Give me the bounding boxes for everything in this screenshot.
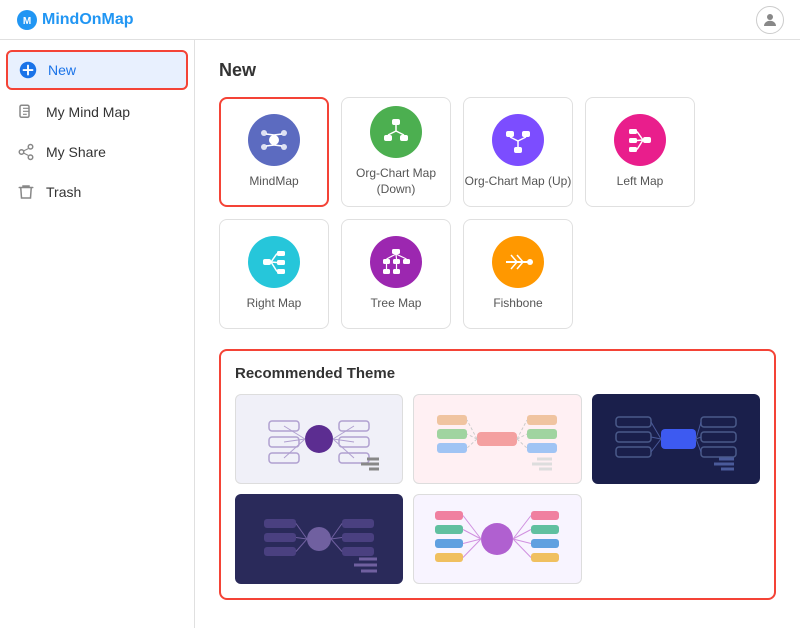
new-section-title: New — [219, 60, 776, 81]
map-item-leftmap[interactable]: Left Map — [585, 97, 695, 207]
orgchartdown-label: Org-Chart Map (Down) — [356, 166, 436, 197]
sidebar-item-trash[interactable]: Trash — [0, 172, 194, 212]
orgchartup-icon — [492, 114, 544, 166]
map-item-mindmap[interactable]: MindMap — [219, 97, 329, 207]
trash-icon — [16, 182, 36, 202]
fishbone-label: Fishbone — [493, 296, 542, 312]
user-icon — [761, 11, 779, 29]
treemap-icon — [370, 236, 422, 288]
share-icon — [16, 142, 36, 162]
theme-item-1[interactable] — [235, 394, 403, 484]
theme-item-5[interactable] — [413, 494, 581, 584]
orgchartup-label: Org-Chart Map (Up) — [465, 174, 572, 190]
logo-text: MindOnMap — [42, 11, 134, 29]
sidebar-item-new-label: New — [48, 62, 76, 78]
file-icon — [16, 102, 36, 122]
svg-text:M: M — [23, 16, 31, 27]
map-grid: MindMap Org-Chart Map (Down) — [219, 97, 776, 329]
header: M MindOnMap — [0, 0, 800, 40]
map-item-rightmap[interactable]: Right Map — [219, 219, 329, 329]
theme-grid — [235, 394, 760, 584]
map-item-orgchartdown[interactable]: Org-Chart Map (Down) — [341, 97, 451, 207]
sidebar-item-myshare[interactable]: My Share — [0, 132, 194, 172]
theme-item-4[interactable] — [235, 494, 403, 584]
theme-item-2[interactable] — [413, 394, 581, 484]
leftmap-icon — [614, 114, 666, 166]
map-item-fishbone[interactable]: Fishbone — [463, 219, 573, 329]
sidebar-item-myshare-label: My Share — [46, 144, 106, 160]
sidebar-item-new[interactable]: New — [6, 50, 188, 90]
treemap-label: Tree Map — [371, 296, 422, 312]
rightmap-label: Right Map — [247, 296, 302, 312]
recommended-section: Recommended Theme — [219, 349, 776, 600]
mindmap-label: MindMap — [249, 174, 298, 190]
orgchartdown-icon — [370, 106, 422, 158]
fishbone-icon — [492, 236, 544, 288]
logo: M MindOnMap — [16, 9, 134, 31]
content-area: New MindM — [195, 40, 800, 628]
mindmap-icon — [248, 114, 300, 166]
sidebar-item-trash-label: Trash — [46, 184, 81, 200]
theme-item-3[interactable] — [592, 394, 760, 484]
sidebar-item-mymindmap[interactable]: My Mind Map — [0, 92, 194, 132]
logo-icon: M — [16, 9, 38, 31]
map-item-orgchartup[interactable]: Org-Chart Map (Up) — [463, 97, 573, 207]
sidebar: New My Mind Map My Share — [0, 40, 195, 628]
main-layout: New My Mind Map My Share — [0, 40, 800, 628]
sidebar-item-mymindmap-label: My Mind Map — [46, 104, 130, 120]
leftmap-label: Left Map — [617, 174, 664, 190]
map-item-treemap[interactable]: Tree Map — [341, 219, 451, 329]
rightmap-icon — [248, 236, 300, 288]
user-avatar[interactable] — [756, 6, 784, 34]
recommended-title: Recommended Theme — [235, 365, 760, 382]
plus-icon — [18, 60, 38, 80]
